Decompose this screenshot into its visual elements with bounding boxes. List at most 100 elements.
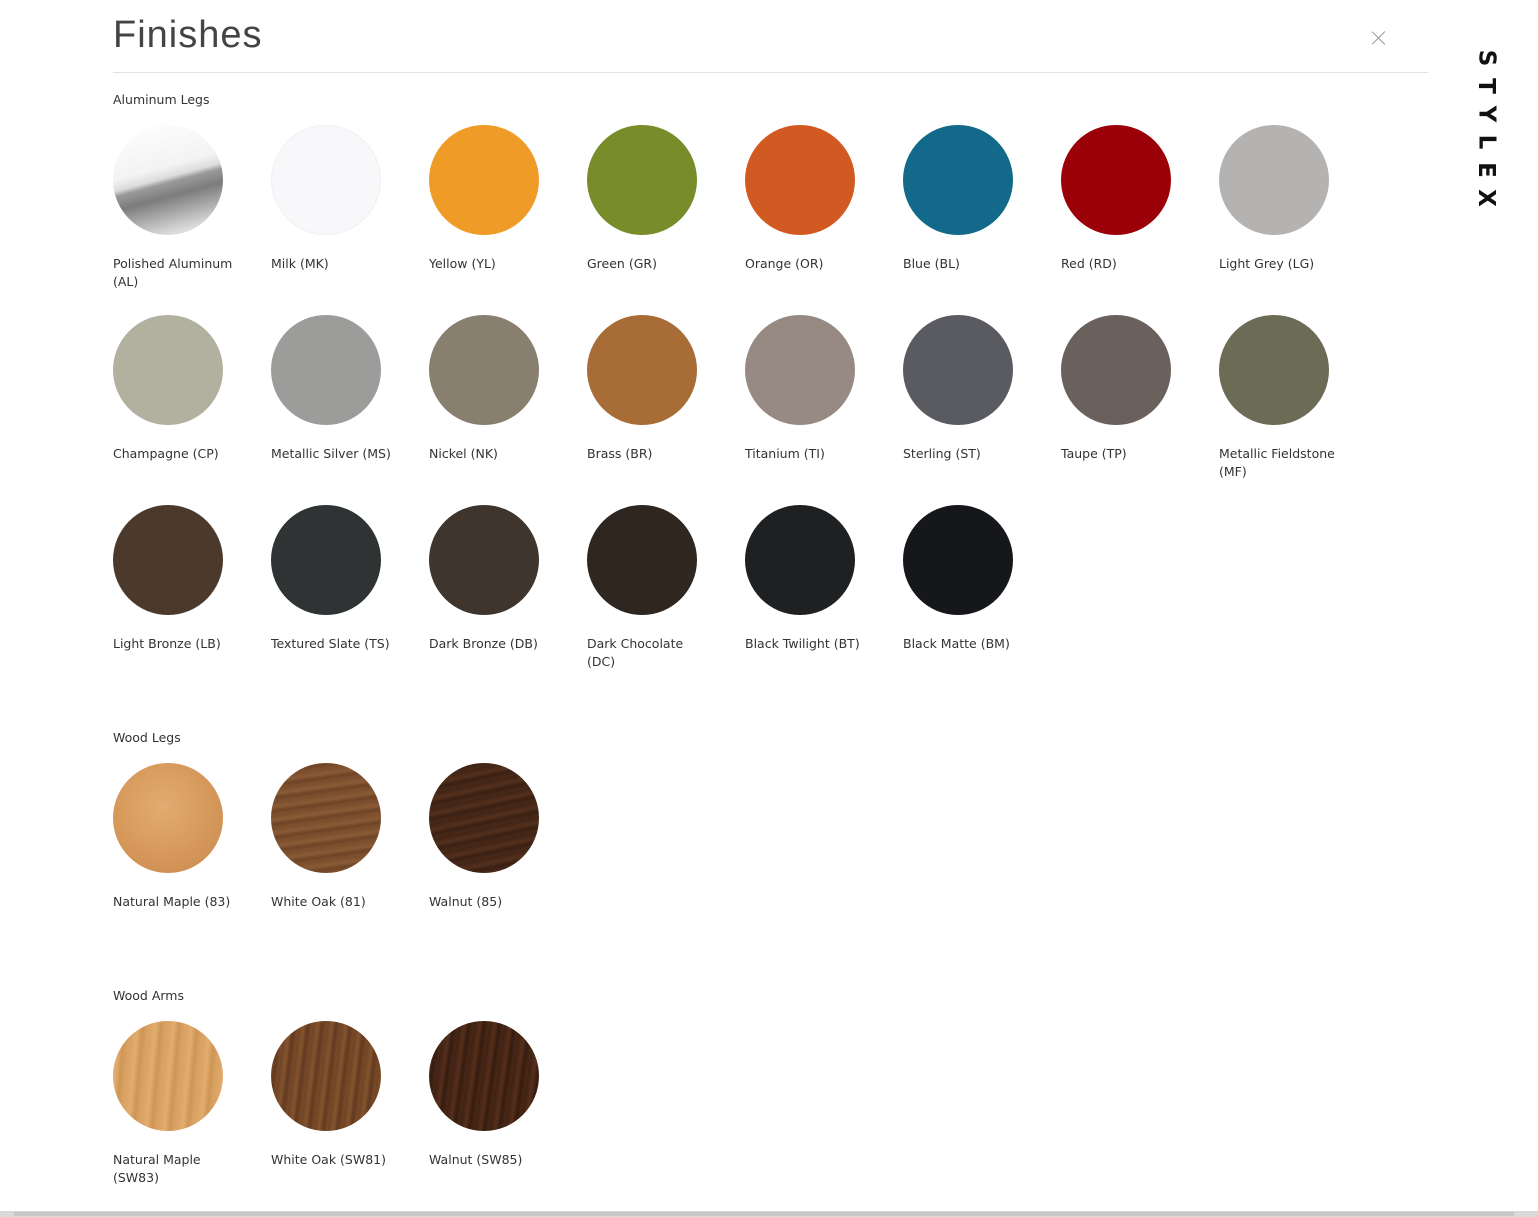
finish-swatch[interactable]: White Oak (81) [271,763,429,931]
finish-swatch[interactable]: Milk (MK) [271,125,429,293]
swatch-label: Textured Slate (TS) [271,636,390,651]
swatch-label: Light Bronze (LB) [113,636,221,651]
swatch-label: Black Twilight (BT) [745,636,860,651]
swatch-label: Taupe (TP) [1061,446,1127,461]
swatch-color-circle[interactable] [745,315,855,425]
finish-swatch[interactable]: Green (GR) [587,125,745,293]
title-divider [113,72,1428,73]
swatch-label: Natural Maple (83) [113,894,231,909]
swatch-color-circle[interactable] [429,125,539,235]
section-wood-legs: Wood Legs Natural Maple (83) White Oak (8… [113,728,1393,931]
finish-swatch[interactable]: Yellow (YL) [429,125,587,293]
finish-swatch[interactable]: Walnut (SW85) [429,1021,587,1189]
swatch-color-circle[interactable] [587,125,697,235]
swatch-color-circle[interactable] [113,125,223,235]
swatch-color-circle[interactable] [271,763,381,873]
swatch-color-circle[interactable] [113,1021,223,1131]
swatch-label: Brass (BR) [587,446,653,461]
finish-swatch[interactable]: Orange (OR) [745,125,903,293]
swatch-label: Metallic Fieldstone (MF) [1219,446,1335,479]
swatch-label: Red (RD) [1061,256,1117,271]
swatch-color-circle[interactable] [587,505,697,615]
finish-swatch[interactable]: Champagne (CP) [113,315,271,483]
swatch-label: Walnut (85) [429,894,503,909]
finish-swatch[interactable]: Textured Slate (TS) [271,505,429,673]
finish-swatch[interactable]: Light Bronze (LB) [113,505,271,673]
section-title: Wood Arms [113,988,184,1003]
swatch-label: Dark Bronze (DB) [429,636,538,651]
swatch-color-circle[interactable] [1219,315,1329,425]
swatch-color-circle[interactable] [113,505,223,615]
finish-swatch[interactable]: Dark Bronze (DB) [429,505,587,673]
swatch-color-circle[interactable] [1061,125,1171,235]
close-icon[interactable] [1368,27,1390,49]
swatch-label: Light Grey (LG) [1219,256,1315,271]
finish-swatch[interactable]: Blue (BL) [903,125,1061,293]
swatch-label: Natural Maple (SW83) [113,1152,201,1185]
swatch-color-circle[interactable] [745,505,855,615]
finishes-page: Finishes STYLEX Aluminum Legs Polished A… [0,0,1538,1217]
swatch-color-circle[interactable] [429,763,539,873]
swatch-label: Black Matte (BM) [903,636,1010,651]
finish-swatch[interactable]: Black Matte (BM) [903,505,1061,673]
swatch-color-circle[interactable] [1061,315,1171,425]
finish-swatch[interactable]: Metallic Fieldstone (MF) [1219,315,1377,483]
finish-swatch[interactable]: Metallic Silver (MS) [271,315,429,483]
swatch-grid: Natural Maple (SW83) White Oak (SW81) Waln… [113,1021,1393,1189]
finish-swatch[interactable]: Taupe (TP) [1061,315,1219,483]
finish-swatch[interactable]: Brass (BR) [587,315,745,483]
swatch-color-circle[interactable] [113,763,223,873]
swatch-color-circle[interactable] [429,1021,539,1131]
scrollbar-thumb[interactable] [14,1212,1514,1216]
finish-swatch[interactable]: Natural Maple (83) [113,763,271,931]
section-title: Aluminum Legs [113,92,210,107]
swatch-label: Titanium (TI) [745,446,825,461]
swatch-color-circle[interactable] [271,505,381,615]
finish-swatch[interactable]: Natural Maple (SW83) [113,1021,271,1189]
swatch-label: Milk (MK) [271,256,329,271]
swatch-label: Green (GR) [587,256,657,271]
finish-swatch[interactable]: Black Twilight (BT) [745,505,903,673]
swatch-grid: Polished Aluminum (AL) Milk (MK) Yellow (Y… [113,125,1393,673]
finish-swatch[interactable]: Titanium (TI) [745,315,903,483]
section-aluminum-legs: Aluminum Legs Polished Aluminum (AL) Milk… [113,90,1393,673]
swatch-color-circle[interactable] [271,315,381,425]
section-wood-arms: Wood Arms Natural Maple (SW83) White Oak … [113,986,1393,1189]
swatch-label: Walnut (SW85) [429,1152,523,1167]
brand-logo: STYLEX [1472,49,1499,207]
swatch-label: Dark Chocolate (DC) [587,636,684,669]
finish-swatch[interactable]: Sterling (ST) [903,315,1061,483]
swatch-label: Nickel (NK) [429,446,498,461]
swatch-label: Orange (OR) [745,256,824,271]
swatch-label: Sterling (ST) [903,446,981,461]
swatch-label: Blue (BL) [903,256,960,271]
swatch-label: White Oak (SW81) [271,1152,386,1167]
swatch-color-circle[interactable] [1219,125,1329,235]
finish-swatch[interactable]: Nickel (NK) [429,315,587,483]
swatch-color-circle[interactable] [113,315,223,425]
swatch-color-circle[interactable] [271,1021,381,1131]
swatch-color-circle[interactable] [745,125,855,235]
finish-swatch[interactable]: Walnut (85) [429,763,587,931]
horizontal-scrollbar[interactable] [0,1211,1538,1217]
finish-swatch[interactable]: White Oak (SW81) [271,1021,429,1189]
finish-swatch[interactable]: Light Grey (LG) [1219,125,1377,293]
finish-swatch[interactable]: Red (RD) [1061,125,1219,293]
swatch-label: White Oak (81) [271,894,366,909]
finish-swatch[interactable]: Polished Aluminum (AL) [113,125,271,293]
swatch-label: Yellow (YL) [429,256,496,271]
swatch-label: Champagne (CP) [113,446,219,461]
swatch-color-circle[interactable] [903,315,1013,425]
swatch-color-circle[interactable] [903,125,1013,235]
swatch-label: Metallic Silver (MS) [271,446,391,461]
section-title: Wood Legs [113,730,181,745]
swatch-color-circle[interactable] [429,505,539,615]
swatch-color-circle[interactable] [903,505,1013,615]
finish-swatch[interactable]: Dark Chocolate (DC) [587,505,745,673]
swatch-color-circle[interactable] [587,315,697,425]
swatch-color-circle[interactable] [429,315,539,425]
swatch-label: Polished Aluminum (AL) [113,256,233,289]
page-title: Finishes [113,14,263,56]
swatch-grid: Natural Maple (83) White Oak (81) Walnut (… [113,763,1393,931]
swatch-color-circle[interactable] [271,125,381,235]
